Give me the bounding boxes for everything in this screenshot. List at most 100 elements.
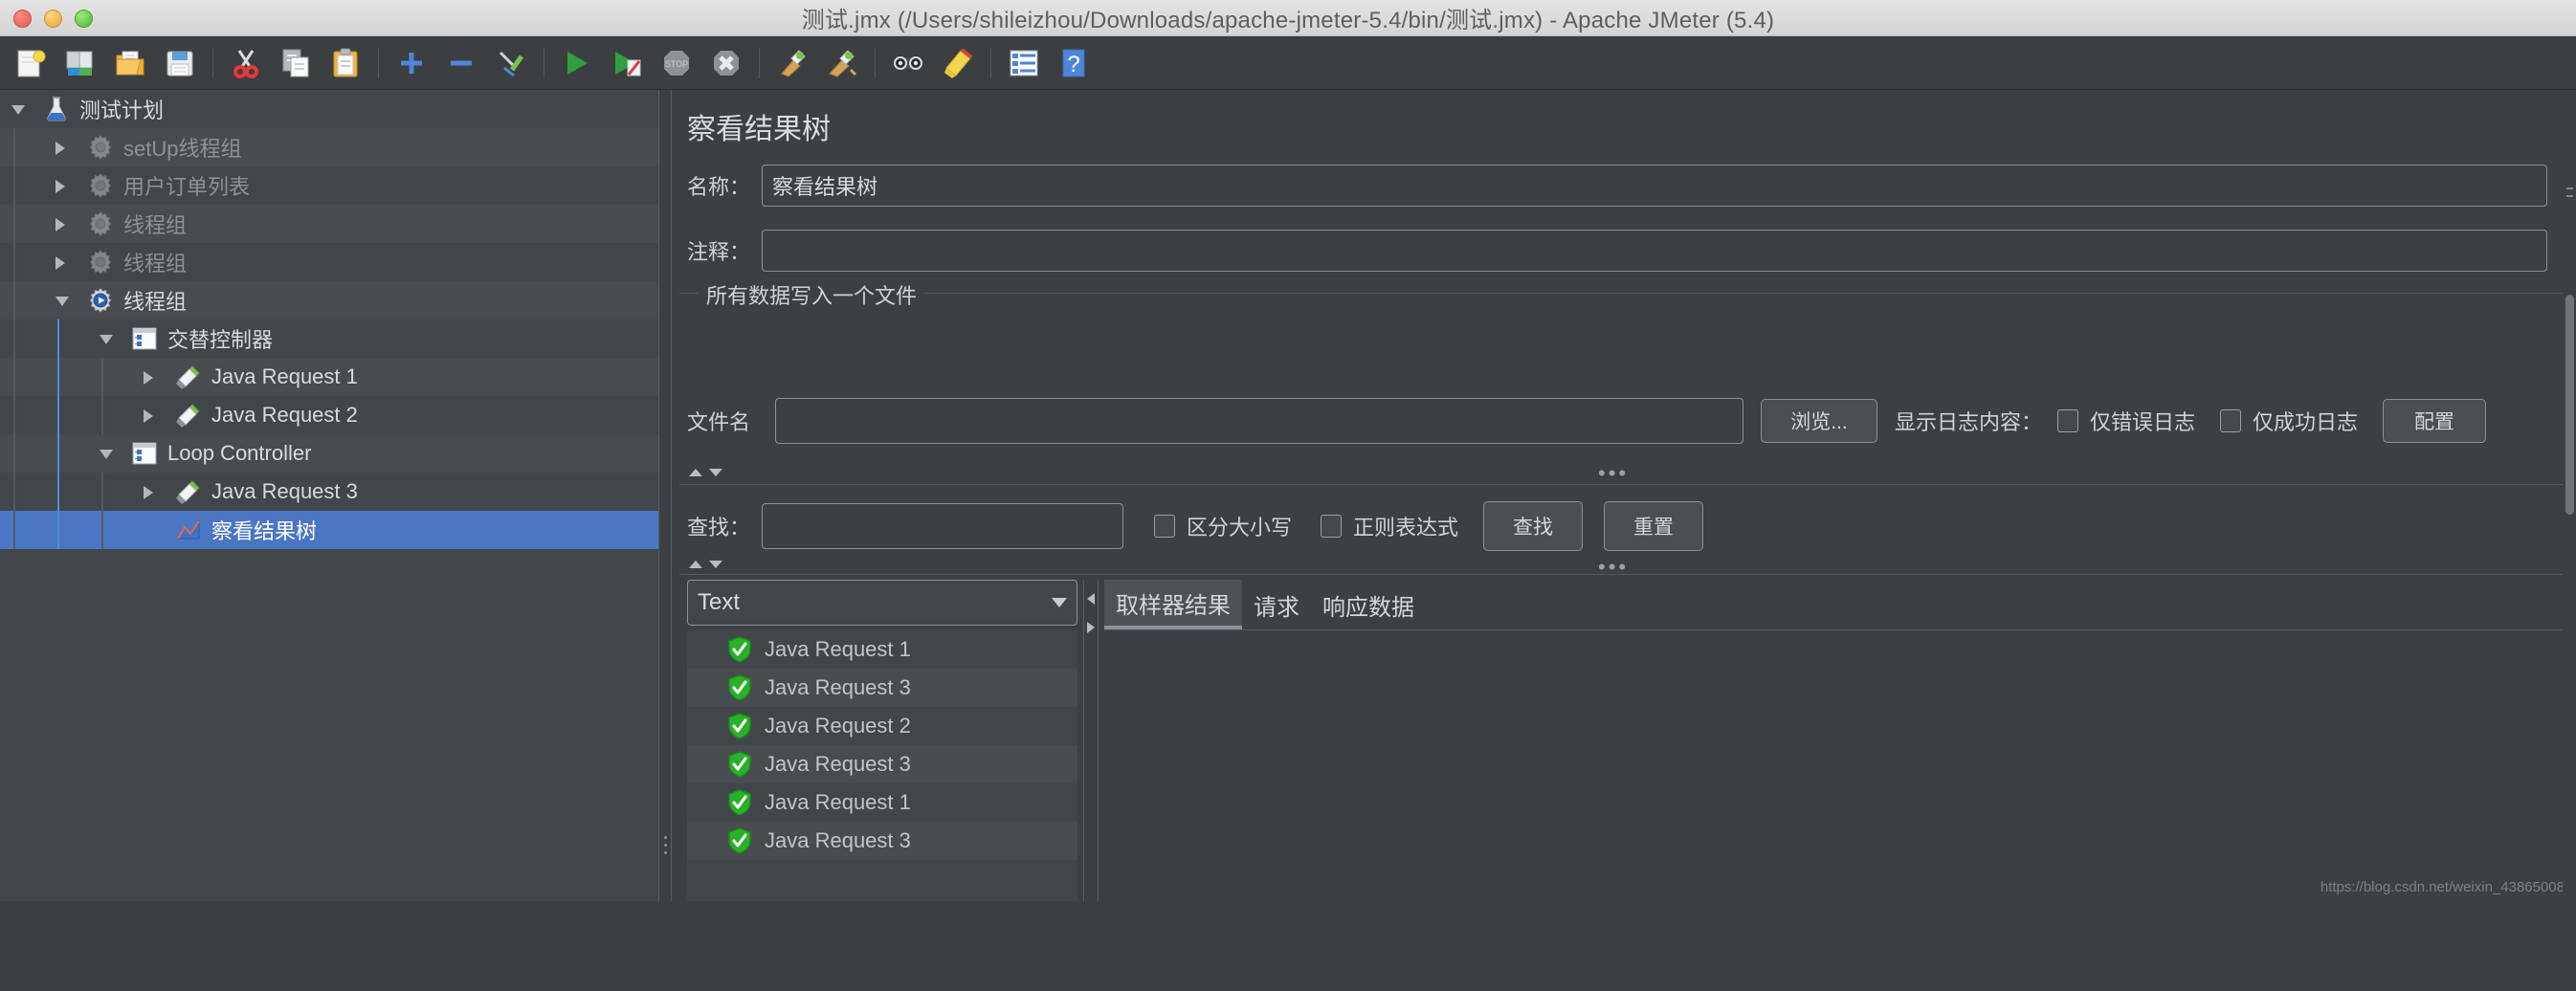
results-pane: Text Java Request 1 Java Request 3 Java … <box>687 580 1077 901</box>
browse-button[interactable]: 浏览... <box>1761 399 1877 443</box>
minimize-window-button[interactable] <box>44 10 62 28</box>
tree-indent-guide <box>101 473 103 511</box>
chevron-down-icon[interactable] <box>709 561 722 568</box>
chevron-up-icon[interactable] <box>689 469 702 476</box>
chevron-down-icon[interactable] <box>709 469 722 476</box>
view-results-tree-icon <box>177 519 200 540</box>
stop-button[interactable]: STOP <box>652 40 701 86</box>
reset-search-button[interactable] <box>933 40 983 86</box>
sample-result-row[interactable]: Java Request 3 <box>687 745 1077 783</box>
java-request-icon-wrap <box>174 477 211 506</box>
gear-play-icon-wrap <box>86 286 123 315</box>
tree-indent-guide <box>101 511 103 549</box>
close-window-button[interactable] <box>13 10 32 28</box>
tree-collapse-toggle[interactable] <box>100 446 115 461</box>
java-request-icon <box>176 365 200 389</box>
success-status-icon <box>728 751 751 778</box>
tab-响应数据[interactable]: 响应数据 <box>1311 580 1426 629</box>
chevron-up-icon[interactable] <box>689 561 702 568</box>
function-helper-button[interactable] <box>999 40 1049 86</box>
clear-all-button[interactable] <box>817 40 867 86</box>
chevron-right-icon[interactable] <box>1087 622 1095 633</box>
save-button[interactable] <box>155 40 205 86</box>
tree-collapse-toggle[interactable] <box>56 293 71 308</box>
filename-input[interactable] <box>775 398 1743 444</box>
tree-expand-toggle[interactable] <box>144 484 159 499</box>
comment-input[interactable] <box>762 230 2547 272</box>
toggle-button[interactable] <box>486 40 536 86</box>
tree-collapse-toggle[interactable] <box>100 331 115 346</box>
window-scrollbar[interactable] <box>2563 180 2576 991</box>
tree-node-线程组[interactable]: 线程组 <box>0 281 658 319</box>
tree-expand-toggle[interactable] <box>144 407 159 423</box>
tree-expand-toggle[interactable] <box>56 178 71 193</box>
name-input[interactable] <box>762 165 2547 207</box>
renderer-select[interactable]: Text <box>687 580 1077 626</box>
collapse-toggle-top[interactable] <box>689 469 722 476</box>
tree-node-setUp线程组[interactable]: setUp线程组 <box>0 128 658 166</box>
help-button[interactable]: ? <box>1049 40 1099 86</box>
window-controls[interactable] <box>13 10 93 28</box>
expand-all-button[interactable] <box>387 40 436 86</box>
tab-strip[interactable]: 取样器结果 请求 响应数据 <box>1104 580 1426 629</box>
tree-panel-splitter[interactable] <box>658 90 672 901</box>
tree-node-交替控制器[interactable]: 交替控制器 <box>0 319 658 358</box>
scrollbar-thumb[interactable] <box>2565 295 2574 515</box>
regex-checkbox[interactable] <box>1321 515 1343 538</box>
tree-node-Loop Controller[interactable]: Loop Controller <box>0 434 658 473</box>
success-only-label: 仅成功日志 <box>2253 410 2359 434</box>
watermark-text: https://blog.csdn.net/weixin_43865008 <box>2320 879 2565 895</box>
tree-node-线程组[interactable]: 线程组 <box>0 243 658 281</box>
tree-node-Java Request 3[interactable]: Java Request 3 <box>0 473 658 511</box>
chevron-left-icon[interactable] <box>1087 593 1095 605</box>
tree-node-Java Request 1[interactable]: Java Request 1 <box>0 358 658 396</box>
paste-button[interactable] <box>321 40 370 86</box>
sample-result-list[interactable]: Java Request 1 Java Request 3 Java Reque… <box>687 630 1077 901</box>
tab-请求[interactable]: 请求 <box>1242 580 1311 629</box>
tree-expand-toggle[interactable] <box>144 369 159 385</box>
collapse-toggle-bottom[interactable] <box>689 561 722 568</box>
start-button[interactable] <box>552 40 602 86</box>
tree-node-Java Request 2[interactable]: Java Request 2 <box>0 396 658 434</box>
splitter-grip-bottom[interactable]: ••• <box>1598 555 1629 580</box>
search-button[interactable] <box>883 40 933 86</box>
tree-expand-toggle[interactable] <box>56 254 71 270</box>
cut-button[interactable] <box>221 40 271 86</box>
tree-node-线程组[interactable]: 线程组 <box>0 205 658 243</box>
sample-result-row[interactable]: Java Request 1 <box>687 630 1077 669</box>
collapse-all-button[interactable] <box>436 40 486 86</box>
splitter-grip-top[interactable]: ••• <box>1598 461 1629 486</box>
test-plan-tree[interactable]: 测试计划 setUp线程组 用户订单列表 线程组 线程组 线程组 交替控制器 J… <box>0 90 658 901</box>
shutdown-button[interactable] <box>701 40 751 86</box>
tree-expand-toggle[interactable] <box>56 216 71 231</box>
search-submit-button[interactable]: 查找 <box>1483 501 1584 551</box>
tree-collapse-toggle[interactable] <box>11 101 27 117</box>
sample-result-row[interactable]: Java Request 3 <box>687 669 1077 707</box>
sample-result-label: Java Request 1 <box>765 637 911 661</box>
chevron-down-icon[interactable] <box>1052 598 1067 607</box>
search-input[interactable] <box>762 503 1123 549</box>
tree-expand-toggle[interactable] <box>56 140 71 155</box>
tree-node-察看结果树[interactable]: 察看结果树 <box>0 511 658 549</box>
tab-取样器结果[interactable]: 取样器结果 <box>1104 580 1242 629</box>
case-sensitive-checkbox[interactable] <box>1154 515 1175 538</box>
sample-result-row[interactable]: Java Request 3 <box>687 822 1077 860</box>
sample-result-row[interactable]: Java Request 1 <box>687 783 1077 822</box>
zoom-window-button[interactable] <box>75 10 93 28</box>
errors-only-checkbox[interactable] <box>2057 409 2079 432</box>
success-only-checkbox[interactable] <box>2220 409 2242 432</box>
gear-icon <box>89 173 112 198</box>
start-no-pauses-button[interactable] <box>602 40 652 86</box>
new-button[interactable] <box>6 40 56 86</box>
tree-node-用户订单列表[interactable]: 用户订单列表 <box>0 166 658 205</box>
sample-result-row[interactable]: Java Request 2 <box>687 707 1077 745</box>
templates-button[interactable] <box>56 40 105 86</box>
clear-button[interactable] <box>767 40 817 86</box>
errors-only-label: 仅错误日志 <box>2090 410 2196 434</box>
open-button[interactable] <box>105 40 155 86</box>
results-tabs-splitter[interactable] <box>1083 580 1099 901</box>
copy-button[interactable] <box>271 40 321 86</box>
tree-node-测试计划[interactable]: 测试计划 <box>0 90 658 128</box>
configure-button[interactable]: 配置 <box>2383 399 2487 443</box>
reset-button[interactable]: 重置 <box>1604 501 1704 551</box>
